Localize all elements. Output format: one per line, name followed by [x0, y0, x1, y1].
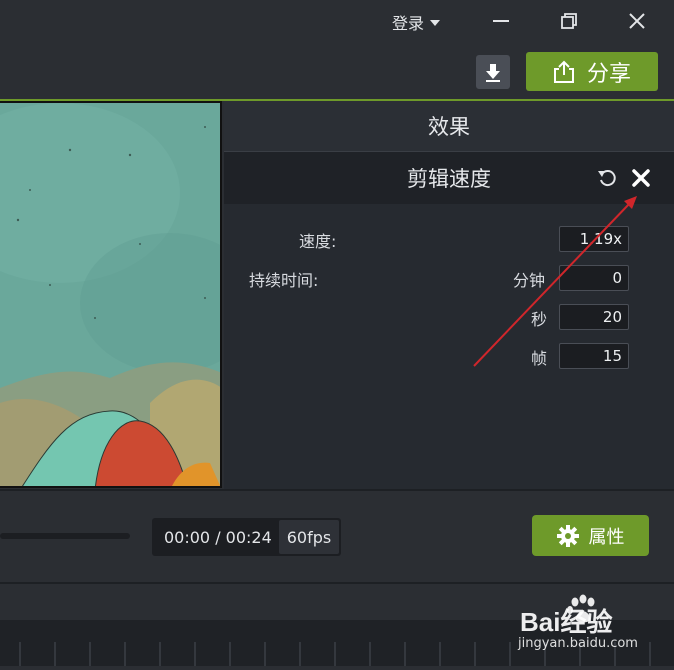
share-icon — [553, 60, 574, 83]
timecode-text: 00:00 / 00:24 — [164, 528, 272, 547]
speed-input[interactable]: 1.19x — [559, 226, 629, 252]
seconds-input[interactable]: 20 — [559, 304, 629, 330]
restore-icon[interactable] — [558, 10, 580, 32]
watermark-url: jingyan.baidu.com — [518, 636, 638, 651]
preview-artwork — [0, 103, 220, 486]
frames-label: 帧 — [531, 349, 548, 368]
properties-button[interactable]: 属性 — [532, 515, 649, 556]
download-icon — [486, 64, 500, 82]
baidu-watermark: Bai经验 jingyan.baidu.com — [518, 592, 668, 658]
minimize-icon[interactable] — [490, 10, 512, 32]
gear-icon — [556, 524, 579, 547]
download-button[interactable] — [476, 55, 510, 89]
close-window-icon[interactable] — [626, 10, 648, 32]
reset-icon[interactable] — [596, 167, 618, 189]
fps-selector[interactable]: 60fps — [279, 520, 339, 554]
remove-effect-icon[interactable] — [630, 167, 652, 189]
duration-label: 持续时间: — [249, 271, 319, 290]
seconds-label: 秒 — [531, 310, 548, 329]
share-label: 分享 — [586, 61, 631, 87]
login-dropdown[interactable]: 登录 — [392, 10, 441, 34]
watermark-brand: Bai经验 — [520, 607, 613, 637]
chevron-down-icon — [430, 20, 441, 26]
minutes-label: 分钟 — [513, 271, 546, 290]
minutes-input[interactable]: 0 — [559, 265, 629, 291]
timeline-divider — [0, 582, 674, 584]
properties-label: 属性 — [588, 526, 625, 548]
share-button[interactable]: 分享 — [526, 52, 658, 91]
panel-bottom-divider — [0, 489, 674, 491]
login-label: 登录 — [392, 14, 425, 33]
frames-input[interactable]: 15 — [559, 343, 629, 369]
speed-label: 速度: — [299, 232, 337, 251]
effects-panel: 效果 剪辑速度 速度: 1.19x 持续时间: 分钟 0 秒 20 帧 15 — [224, 101, 674, 489]
playback-scrubber[interactable] — [0, 533, 130, 539]
canvas-preview[interactable] — [0, 101, 222, 488]
panel-title: 效果 — [224, 101, 674, 151]
